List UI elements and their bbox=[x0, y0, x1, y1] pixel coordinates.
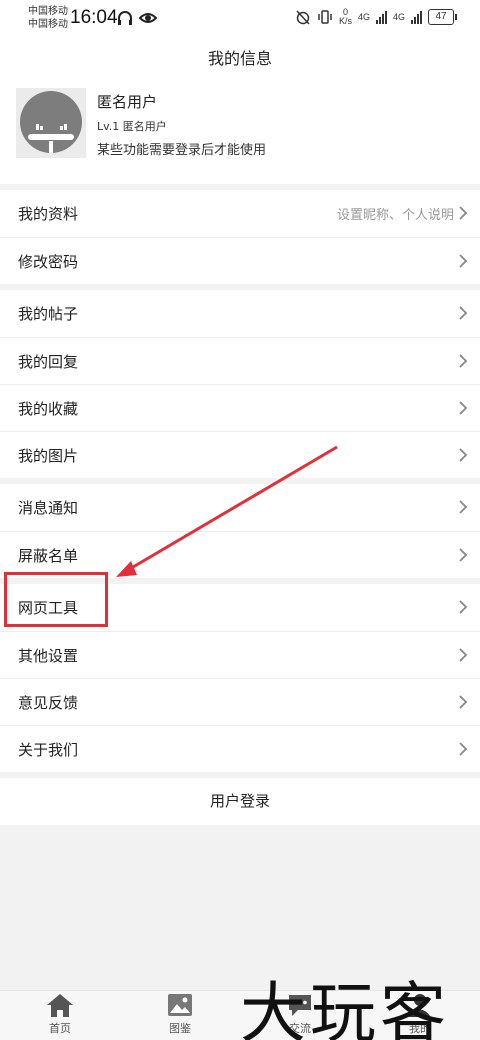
menu-item-notifications[interactable]: 消息通知 bbox=[0, 484, 480, 531]
tab-gallery[interactable]: 图鉴 bbox=[120, 991, 240, 1040]
menu-item-about-us[interactable]: 关于我们 bbox=[0, 725, 480, 772]
chevron-right-icon bbox=[459, 254, 468, 268]
menu-group-notifications: 消息通知 屏蔽名单 bbox=[0, 484, 480, 578]
profile-level: Lv.1 匿名用户 bbox=[97, 120, 167, 133]
menu-item-hint: 设置昵称、个人说明 bbox=[336, 208, 454, 223]
menu-item-my-profile[interactable]: 我的资料 设置昵称、个人说明 bbox=[0, 190, 480, 237]
headphones-icon bbox=[118, 11, 132, 25]
carrier-2: 中国移动 bbox=[28, 19, 68, 30]
menu-item-label: 修改密码 bbox=[18, 252, 79, 271]
menu-item-my-images[interactable]: 我的图片 bbox=[0, 431, 480, 478]
menu-item-label: 我的资料 bbox=[18, 205, 79, 223]
watermark-text: 大玩客 bbox=[240, 975, 450, 1040]
vibrate-icon bbox=[318, 10, 332, 24]
menu-item-label: 屏蔽名单 bbox=[18, 546, 79, 565]
chevron-right-icon bbox=[459, 401, 468, 415]
chevron-right-icon bbox=[459, 695, 468, 709]
alarm-off-icon bbox=[296, 10, 310, 25]
chevron-right-icon bbox=[459, 354, 468, 368]
default-avatar-icon bbox=[16, 88, 86, 158]
eye-icon bbox=[139, 13, 157, 23]
login-button[interactable]: 用户登录 bbox=[0, 778, 480, 825]
menu-item-label: 消息通知 bbox=[18, 499, 79, 517]
tab-label: 首页 bbox=[49, 1022, 71, 1035]
carrier-1: 中国移动 bbox=[28, 6, 68, 17]
battery-icon: 47 bbox=[428, 9, 457, 25]
tab-label: 图鉴 bbox=[169, 1022, 191, 1035]
chevron-right-icon bbox=[459, 500, 468, 514]
profile-card[interactable]: 匿名用户 Lv.1 匿名用户 某些功能需要登录后才能使用 bbox=[0, 80, 480, 184]
chevron-right-icon bbox=[459, 206, 468, 220]
signal-icon bbox=[375, 10, 387, 24]
menu-item-label: 意见反馈 bbox=[18, 693, 79, 712]
menu-item-label: 我的帖子 bbox=[18, 305, 79, 323]
menu-item-change-password[interactable]: 修改密码 bbox=[0, 237, 480, 284]
chevron-right-icon bbox=[459, 448, 468, 462]
menu-item-label: 我的回复 bbox=[18, 352, 79, 371]
menu-item-my-favorites[interactable]: 我的收藏 bbox=[0, 384, 480, 431]
menu-item-my-replies[interactable]: 我的回复 bbox=[0, 337, 480, 384]
chevron-right-icon bbox=[459, 648, 468, 662]
clock: 16:04 bbox=[70, 7, 118, 28]
tab-home[interactable]: 首页 bbox=[0, 991, 120, 1040]
status-icons-right: 0 K/s 4G 4G 47 bbox=[295, 7, 457, 26]
chevron-right-icon bbox=[459, 742, 468, 756]
net-speed: 0 K/s bbox=[338, 7, 352, 26]
status-icons-left bbox=[117, 10, 157, 26]
menu-item-label: 我的收藏 bbox=[18, 399, 79, 418]
page-title: 我的信息 bbox=[0, 38, 480, 80]
avatar[interactable] bbox=[16, 88, 86, 158]
menu-item-feedback[interactable]: 意见反馈 bbox=[0, 678, 480, 725]
menu-group-content: 我的帖子 我的回复 我的收藏 我的图片 bbox=[0, 290, 480, 478]
net-type-2: 4G bbox=[392, 12, 405, 22]
image-icon bbox=[168, 994, 192, 1016]
home-icon bbox=[47, 994, 73, 1017]
carrier-labels: 中国移动 中国移动 bbox=[28, 5, 68, 31]
menu-item-label: 关于我们 bbox=[18, 740, 79, 759]
chevron-right-icon bbox=[459, 306, 468, 320]
chevron-right-icon bbox=[459, 600, 468, 614]
menu-item-label: 其他设置 bbox=[18, 646, 79, 665]
menu-item-my-posts[interactable]: 我的帖子 bbox=[0, 290, 480, 337]
profile-note: 某些功能需要登录后才能使用 bbox=[97, 143, 267, 158]
status-bar: 中国移动 中国移动 16:04 0 K/s 4G 4G 47 bbox=[0, 0, 480, 38]
menu-group-account: 我的资料 设置昵称、个人说明 修改密码 bbox=[0, 190, 480, 284]
signal-icon-2 bbox=[411, 10, 422, 24]
menu-item-blocklist[interactable]: 屏蔽名单 bbox=[0, 531, 480, 578]
menu-item-other-settings[interactable]: 其他设置 bbox=[0, 631, 480, 678]
highlight-box bbox=[4, 572, 108, 627]
chevron-right-icon bbox=[459, 548, 468, 562]
menu-item-label: 我的图片 bbox=[18, 446, 79, 465]
profile-name: 匿名用户 bbox=[97, 93, 158, 111]
net-type-1: 4G bbox=[357, 12, 370, 22]
